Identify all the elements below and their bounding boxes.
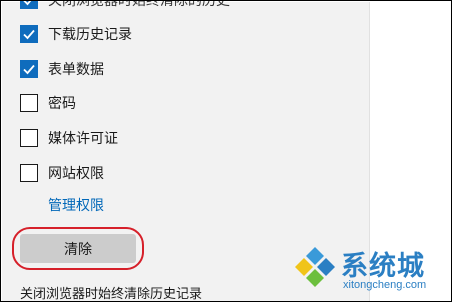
checkbox-download-history[interactable] <box>20 25 38 43</box>
checkmark-icon <box>23 64 35 75</box>
watermark-brand: 系统城 <box>341 251 425 281</box>
checkbox-row-passwords[interactable]: 密码 <box>20 93 76 113</box>
checkbox-row-media-licenses[interactable]: 媒体许可证 <box>20 128 118 148</box>
clear-button[interactable]: 清除 <box>20 234 136 263</box>
checkbox-label-form-data: 表单数据 <box>48 61 104 77</box>
checkbox-label-download-history: 下载历史记录 <box>48 26 132 42</box>
checkbox-media-licenses[interactable] <box>20 129 38 147</box>
checkbox-row-download-history[interactable]: 下载历史记录 <box>20 24 132 44</box>
watermark: 系统城 xitongcheng.com <box>291 241 443 297</box>
checkbox-site-permissions[interactable] <box>20 164 38 182</box>
partial-checkbox-row[interactable]: 关闭浏览器时始终清除的历史 <box>20 0 230 9</box>
checkbox-label-media-licenses: 媒体许可证 <box>48 130 118 146</box>
always-clear-on-close-label: 关闭浏览器时始终清除历史记录 <box>20 286 203 301</box>
manage-permissions-link[interactable]: 管理权限 <box>48 195 104 215</box>
checkbox-label-passwords: 密码 <box>48 95 76 111</box>
diamond-logo-icon <box>295 247 335 287</box>
checkmark-icon <box>23 29 35 40</box>
partial-checkbox-label: 关闭浏览器时始终清除的历史 <box>48 0 230 8</box>
checkbox-partial[interactable] <box>20 1 38 9</box>
watermark-url: xitongcheng.com <box>343 279 427 291</box>
checkbox-form-data[interactable] <box>20 60 38 78</box>
screenshot-frame: 关闭浏览器时始终清除的历史 下载历史记录 表单数据 密码 媒体许可证 网站权限 <box>0 0 452 302</box>
checkbox-passwords[interactable] <box>20 94 38 112</box>
checkbox-row-site-permissions[interactable]: 网站权限 <box>20 163 104 183</box>
checkbox-label-site-permissions: 网站权限 <box>48 165 104 181</box>
checkmark-icon <box>23 1 32 6</box>
checkbox-row-form-data[interactable]: 表单数据 <box>20 59 104 79</box>
highlight-ring: 清除 <box>12 227 144 270</box>
